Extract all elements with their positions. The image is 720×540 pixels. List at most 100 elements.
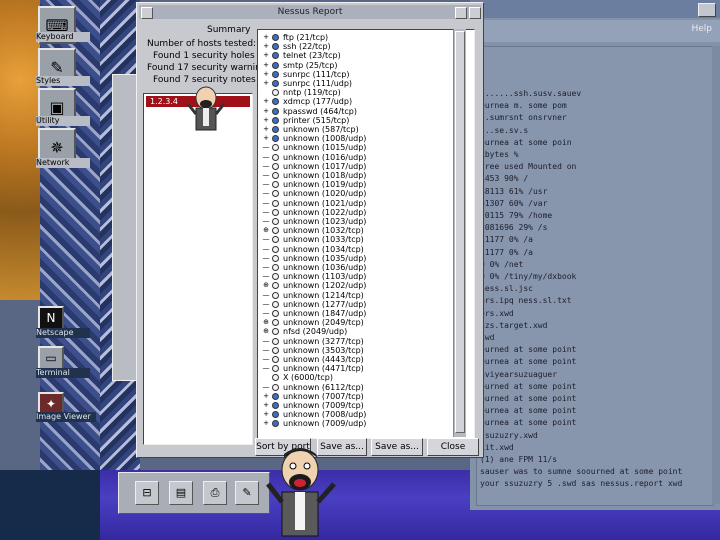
toolbar-printer-icon[interactable]: ⎙ [203,481,227,505]
editor-text-line: ournea at some point [480,418,577,428]
editor-text-line: nzs.target.xwd [480,320,548,330]
desktop-icon-label: Network [36,158,90,168]
severity-status-icon [272,135,279,143]
severity-status-icon [272,153,279,161]
editor-text-line: ournea m. some pom [480,101,567,111]
editor-text-line: 88113 61% /usr [480,186,548,196]
severity-status-icon [272,218,279,225]
severity-status-icon [272,162,279,170]
severity-status-icon [272,116,279,124]
editor-text-line: 61307 60% /var [480,198,548,208]
bottom-toolbar: ⊟ ▤ ⎙ ✎ [118,472,270,514]
close-button[interactable]: Close [427,438,479,456]
editor-text-line: ness.sl.jsc [480,284,533,294]
editor-text-line: sauser was to sumne soourned at some poi… [480,467,683,477]
severity-status-icon [272,356,279,363]
editor-text-line: free used Mounted on [480,162,577,172]
editor-text-line: .......ssh.susv.sauev [480,89,582,98]
editor-text-line: ssuzuzry.xwd [480,430,538,440]
desktop-icon-label: Netscape [36,328,90,338]
severity-status-icon [272,70,279,78]
severity-status-icon [272,98,279,106]
port-label: unknown (7009/udp) [283,419,367,429]
port-row[interactable]: + unknown (7009/udp) [258,418,454,429]
severity-status-icon [272,89,279,97]
minimize-button[interactable] [455,7,467,19]
terminal-icon[interactable]: ▭ [38,346,64,370]
severity-status-icon [272,374,279,382]
editor-text-line: kbytes % [480,150,519,159]
severity-status-icon [272,337,279,345]
editor-text-line: ournea at some point [480,357,577,367]
editor-menu-bar [470,20,720,42]
severity-status-icon [272,126,279,133]
editor-text-line: aviyearsuzuaguer [480,369,558,379]
editor-text-line: 0 0% /net [480,259,524,269]
severity-status-icon [272,319,279,327]
editor-text-line: ournea at some poin [480,137,572,147]
desktop-wallpaper-left [0,0,40,300]
severity-status-icon [272,328,279,336]
severity-status-icon [272,52,279,60]
expand-toggle-icon[interactable]: + [260,418,272,429]
editor-text-line: ...se.sv.s [480,125,529,135]
editor-text-line: ournea at some point [480,406,577,416]
toolbar-options-icon[interactable]: ▤ [169,481,193,505]
editor-text-line: 70115 79% /home [480,211,553,220]
editor-text-line: 11177 0% /a [480,235,533,245]
cartoon-figure-small [186,86,226,131]
severity-status-icon [272,365,279,373]
severity-status-icon [272,273,279,281]
severity-status-icon [272,80,279,87]
editor-scrollbar[interactable] [712,46,720,504]
severity-status-icon [272,346,279,354]
editor-text-line: ourned at some point [480,345,577,355]
editor-text-line: 1081696 29% /s [480,223,548,233]
summary-line: Number of hosts tested: 1 [147,39,265,49]
severity-status-icon [272,402,279,409]
port-list[interactable]: + ftp (21/tcp) + ssh (22/tcp) + telnet (23/tc… [257,29,475,439]
desktop-icon-label: Keyboard [36,32,90,42]
desktop-icon-label: Image Viewer [36,412,96,422]
summary-line: Found 17 security warnings [147,63,272,73]
text-editor-window: Help .......ssh.susv.sauev ournea m. some… [470,0,720,510]
nessus-report-dialog: Nessus Report Summary Number of hosts te… [136,2,484,458]
severity-status-icon [272,107,279,115]
window-menu-button[interactable] [141,7,153,19]
summary-line: Found 1 security holes [153,51,255,61]
scrollbar-thumb[interactable] [455,31,465,433]
severity-status-icon [272,291,279,299]
editor-title-bar[interactable] [470,0,720,18]
severity-status-icon [272,43,279,51]
desktop-icon-label: Utility [36,116,90,126]
severity-status-icon [272,190,279,198]
editor-text-line: 1453 90% / [480,174,529,184]
editor-text-line: your ssuzuzry 5 .swd sas nessus.report x… [480,479,683,489]
severity-status-icon [272,392,279,400]
cartoon-figure-large [266,448,336,537]
desktop-wallpaper-bottom-left [0,470,100,540]
netscape-icon[interactable]: N [38,306,64,330]
severity-status-icon [272,172,279,179]
host-list[interactable]: 1.2.3.4 [143,93,253,445]
editor-text-line: ers.xwd [480,308,514,318]
editor-close-button[interactable] [698,3,716,17]
port-list-scrollbar[interactable] [453,29,466,437]
editor-text-line: iit.xwd [480,442,514,452]
dialog-title[interactable]: Nessus Report [139,5,481,19]
severity-status-icon [272,199,279,207]
editor-text-line: ers.ipq ness.sl.txt [480,296,572,306]
editor-text-line: 0 0% /tiny/my/dxbook [480,272,577,281]
editor-help-menu[interactable]: Help [691,24,712,34]
severity-status-icon [272,181,279,189]
severity-status-icon [272,411,279,419]
save-as-button-2[interactable]: Save as... [371,438,423,456]
severity-status-icon [272,34,279,41]
severity-status-icon [272,144,279,152]
toolbar-minimize-icon[interactable]: ⊟ [135,481,159,505]
toolbar-edit-icon[interactable]: ✎ [235,481,259,505]
maximize-button[interactable] [469,7,481,19]
severity-status-icon [272,61,279,69]
editor-text-line: ourned at some point [480,381,577,391]
editor-text-line: (1) ane FPM 11/s [480,455,558,464]
